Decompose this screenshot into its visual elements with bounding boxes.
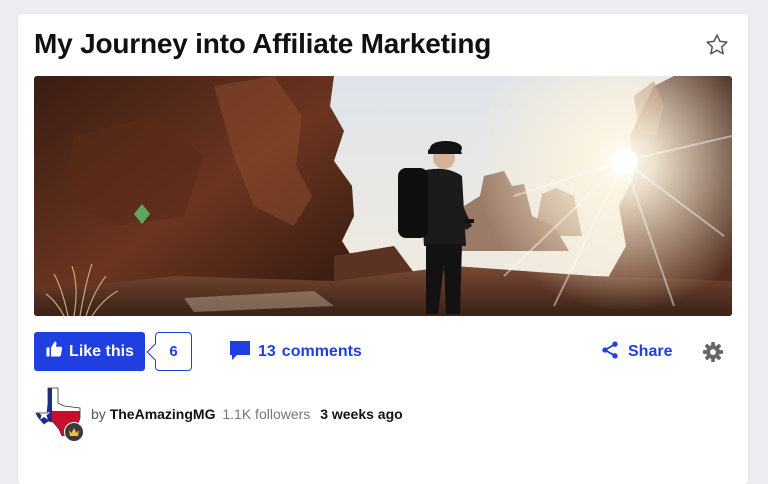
author-name-link[interactable]: TheAmazingMG xyxy=(110,406,216,422)
byline-prefix: by xyxy=(91,406,106,422)
speech-bubble-icon xyxy=(228,339,252,366)
like-count-badge: 6 xyxy=(155,332,192,371)
hero-image xyxy=(34,76,732,316)
action-bar: Like this 6 13 comments Share xyxy=(34,332,732,372)
article-title: My Journey into Affiliate Marketing xyxy=(34,28,492,59)
crown-icon xyxy=(64,422,84,442)
like-button[interactable]: Like this xyxy=(34,332,145,371)
avatar[interactable] xyxy=(34,386,84,442)
article-card: My Journey into Affiliate Marketing Like… xyxy=(18,14,748,484)
byline: by TheAmazingMG 1.1K followers 3 weeks a… xyxy=(91,406,403,422)
comments-label: comments xyxy=(281,343,362,360)
post-time: 3 weeks ago xyxy=(320,406,403,422)
share-label: Share xyxy=(628,343,673,360)
author-row: by TheAmazingMG 1.1K followers 3 weeks a… xyxy=(34,386,634,442)
author-followers: 1.1K followers xyxy=(222,406,311,422)
comments-link[interactable]: 13 comments xyxy=(228,340,362,364)
gear-icon[interactable] xyxy=(702,341,724,363)
like-label: Like this xyxy=(69,342,134,360)
share-button[interactable]: Share xyxy=(600,340,672,364)
thumbs-up-icon xyxy=(45,340,63,363)
share-icon xyxy=(600,340,620,365)
favorite-star-icon[interactable] xyxy=(704,32,730,58)
comments-count: 13 xyxy=(258,343,276,360)
